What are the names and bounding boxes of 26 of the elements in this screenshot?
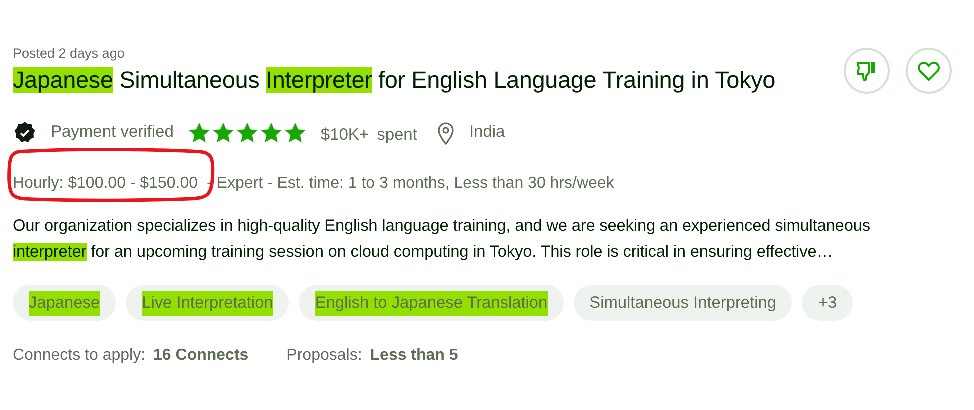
hourly-rate: Hourly: $100.00 - $150.00: [13, 175, 198, 192]
skill-tag[interactable]: +3: [802, 285, 854, 321]
save-job-button[interactable]: [906, 48, 952, 94]
stat-value: Less than 5: [370, 347, 458, 364]
star-icon: [284, 122, 307, 144]
skill-tag[interactable]: English to Japanese Translation: [299, 285, 564, 321]
job-description: Our organization specializes in high-quality English language training, and we are seeking an experienced simultaneous interpreter for an upcoming training session on cloud computing in Tokyo. This role is critical in ensuring effective…: [13, 216, 872, 263]
stat-label: Proposals:: [286, 347, 362, 364]
star-icon: [188, 122, 211, 144]
spent-label: spent: [377, 126, 418, 145]
stat-value: 16 Connects: [154, 347, 249, 364]
star-icon: [212, 122, 235, 144]
skill-tag[interactable]: Japanese: [13, 285, 116, 321]
skill-tag[interactable]: Simultaneous Interpreting: [574, 285, 792, 321]
skill-tag[interactable]: Live Interpretation: [126, 285, 290, 321]
stat-label: Connects to apply:: [13, 347, 146, 364]
star-icon: [260, 122, 283, 144]
payment-status: Payment verified: [51, 123, 174, 142]
heart-icon: [917, 60, 941, 82]
posted-time: Posted 2 days ago: [13, 46, 126, 61]
star-icon: [236, 122, 259, 144]
job-title[interactable]: Japanese Simultaneous Interpreter for English Language Training in Tokyo: [13, 67, 776, 94]
dislike-button[interactable]: [844, 48, 890, 94]
client-location: India: [469, 123, 506, 142]
location-pin-icon: [437, 120, 456, 144]
amount-spent: $10K+: [320, 126, 370, 145]
